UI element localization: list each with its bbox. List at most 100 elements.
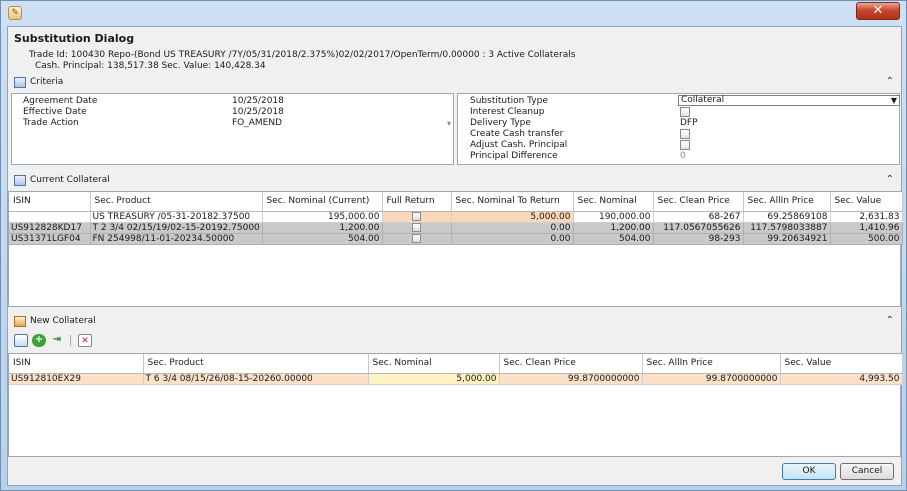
product-cell: T 2 3/4 02/15/19/02-15-20192.75000 xyxy=(90,222,263,234)
nominal-cell[interactable]: 5,000.00 xyxy=(368,373,500,385)
nominal-current-cell: 1,200.00 xyxy=(262,222,383,234)
dialog-title: Substitution Dialog xyxy=(14,32,135,45)
create-cash-transfer-label: Create Cash transfer xyxy=(470,129,564,139)
column-header[interactable]: ISIN xyxy=(9,192,91,212)
criteria-header[interactable]: Criteria ⌃ xyxy=(11,75,900,91)
column-header[interactable]: Sec. Value xyxy=(780,354,903,374)
column-header[interactable]: Sec. Nominal To Return xyxy=(451,192,574,212)
app-icon: ✎ xyxy=(8,6,22,20)
new-collateral-header[interactable]: New Collateral ⌃ xyxy=(11,314,900,330)
product-cell: T 6 3/4 08/15/26/08-15-20260.00000 xyxy=(143,373,369,385)
table-row[interactable]: US912810EX29 T 6 3/4 08/15/26/08-15-2026… xyxy=(9,373,903,385)
principal-difference-label: Principal Difference xyxy=(470,151,558,161)
toolbar-divider xyxy=(70,335,71,346)
column-header[interactable]: Sec. Product xyxy=(90,192,263,212)
current-collateral-table-panel: ISIN Sec. Product Sec. Nominal (Current)… xyxy=(8,191,903,307)
isin-cell: US31371LGF04 xyxy=(9,233,91,245)
collapse-icon[interactable]: ⌃ xyxy=(886,174,894,185)
isin-cell: US912828KD17 xyxy=(9,222,91,234)
delete-icon[interactable]: ✕ xyxy=(78,334,92,347)
table-row[interactable]: US31371LGF04 FN 254998/11-01-20234.50000… xyxy=(9,233,903,245)
column-header[interactable]: Sec. Clean Price xyxy=(499,354,643,374)
value-cell: 500.00 xyxy=(830,233,903,245)
agreement-date-row: Agreement Date 10/25/2018 xyxy=(12,96,453,107)
trade-action-dropdown-icon[interactable]: ▾ xyxy=(447,118,451,129)
create-cash-transfer-checkbox[interactable] xyxy=(680,129,690,139)
clean-price-cell: 68-267 xyxy=(653,211,744,223)
column-header[interactable]: Sec. AllIn Price xyxy=(743,192,831,212)
isin-cell xyxy=(9,211,91,223)
interest-cleanup-checkbox[interactable] xyxy=(680,107,690,117)
nominal-current-cell: 195,000.00 xyxy=(262,211,383,223)
effective-date-value[interactable]: 10/25/2018 xyxy=(232,107,284,118)
current-collateral-header[interactable]: Current Collateral ⌃ xyxy=(11,173,900,189)
collapse-icon[interactable]: ⌃ xyxy=(886,76,894,87)
agreement-date-label: Agreement Date xyxy=(23,96,98,106)
substitution-type-select[interactable]: Collateral ▼ xyxy=(678,95,900,106)
trade-info: Trade Id: 100430 Repo-(Bond US TREASURY … xyxy=(29,50,576,60)
delivery-type-label: Delivery Type xyxy=(470,118,531,128)
interest-cleanup-row: Interest Cleanup xyxy=(458,107,899,118)
nominal-cell: 504.00 xyxy=(573,233,654,245)
column-header[interactable]: Sec. Clean Price xyxy=(653,192,744,212)
column-header[interactable]: Sec. Value xyxy=(830,192,903,212)
criteria-title: Criteria xyxy=(30,77,64,87)
principal-difference-row: Principal Difference 0 xyxy=(458,151,899,162)
allin-price-cell: 99.20634921 xyxy=(743,233,831,245)
current-collateral-table: ISIN Sec. Product Sec. Nominal (Current)… xyxy=(9,192,903,245)
clean-price-cell: 98-293 xyxy=(653,233,744,245)
column-header[interactable]: Sec. AllIn Price xyxy=(642,354,781,374)
full-return-checkbox[interactable] xyxy=(412,233,421,243)
column-header[interactable]: Sec. Nominal xyxy=(368,354,500,374)
import-icon[interactable]: ⇥ xyxy=(50,334,64,347)
substitution-type-value: Collateral xyxy=(681,95,725,105)
trade-action-row: Trade Action FO_AMEND ▾ xyxy=(12,118,453,129)
delivery-type-row: Delivery Type DFP xyxy=(458,118,899,129)
criteria-left-panel: Agreement Date 10/25/2018 Effective Date… xyxy=(11,93,454,165)
allin-price-cell: 117.5798033887 xyxy=(743,222,831,234)
nominal-cell: 190,000.00 xyxy=(573,211,654,223)
table-row[interactable]: US TREASURY /05-31-20182.37500 195,000.0… xyxy=(9,211,903,223)
principal-difference-value: 0 xyxy=(680,151,686,161)
delivery-type-value[interactable]: DFP xyxy=(680,118,698,129)
dialog-body: Substitution Dialog Trade Id: 100430 Rep… xyxy=(7,26,903,486)
trade-action-value[interactable]: FO_AMEND xyxy=(232,118,282,129)
collapse-icon[interactable]: ⌃ xyxy=(886,315,894,326)
to-return-cell[interactable]: 0.00 xyxy=(451,233,574,245)
adjust-cash-principal-checkbox[interactable] xyxy=(680,140,690,150)
add-icon[interactable]: + xyxy=(32,334,46,347)
full-return-checkbox[interactable] xyxy=(412,222,421,232)
product-cell: FN 254998/11-01-20234.50000 xyxy=(90,233,263,245)
agreement-date-value[interactable]: 10/25/2018 xyxy=(232,96,284,107)
table-header-row: ISIN Sec. Product Sec. Nominal (Current)… xyxy=(9,192,903,212)
ok-button[interactable]: OK xyxy=(782,463,836,480)
value-cell: 4,993.50 xyxy=(780,373,903,385)
clean-price-cell: 99.8700000000 xyxy=(499,373,643,385)
column-header[interactable]: Full Return xyxy=(382,192,452,212)
to-return-cell[interactable]: 0.00 xyxy=(451,222,574,234)
collateral-icon xyxy=(14,175,26,186)
chevron-down-icon: ▼ xyxy=(890,96,897,105)
effective-date-label: Effective Date xyxy=(23,107,87,117)
column-header[interactable]: Sec. Product xyxy=(143,354,369,374)
product-cell: US TREASURY /05-31-20182.37500 xyxy=(90,211,263,223)
create-cash-transfer-row: Create Cash transfer xyxy=(458,129,899,140)
allin-price-cell: 99.8700000000 xyxy=(642,373,781,385)
clean-price-cell: 117.0567055626 xyxy=(653,222,744,234)
full-return-cell xyxy=(382,233,452,245)
effective-date-row: Effective Date 10/25/2018 xyxy=(12,107,453,118)
dialog-window: ✎ ✕ Substitution Dialog Trade Id: 100430… xyxy=(0,0,907,491)
cancel-button[interactable]: Cancel xyxy=(840,463,894,480)
full-return-checkbox[interactable] xyxy=(412,211,421,221)
column-header[interactable]: ISIN xyxy=(9,354,144,374)
column-header[interactable]: Sec. Nominal (Current) xyxy=(262,192,383,212)
substitution-type-label: Substitution Type xyxy=(470,96,548,106)
current-collateral-title: Current Collateral xyxy=(30,175,110,185)
trade-action-label: Trade Action xyxy=(23,118,79,128)
column-header[interactable]: Sec. Nominal xyxy=(573,192,654,212)
new-collateral-toolbar: + ⇥ ✕ xyxy=(11,333,900,349)
to-return-cell[interactable]: 5,000.00 xyxy=(451,211,574,223)
table-row[interactable]: US912828KD17 T 2 3/4 02/15/19/02-15-2019… xyxy=(9,222,903,234)
grid-icon[interactable] xyxy=(14,334,28,347)
close-window-button[interactable]: ✕ xyxy=(856,2,900,20)
